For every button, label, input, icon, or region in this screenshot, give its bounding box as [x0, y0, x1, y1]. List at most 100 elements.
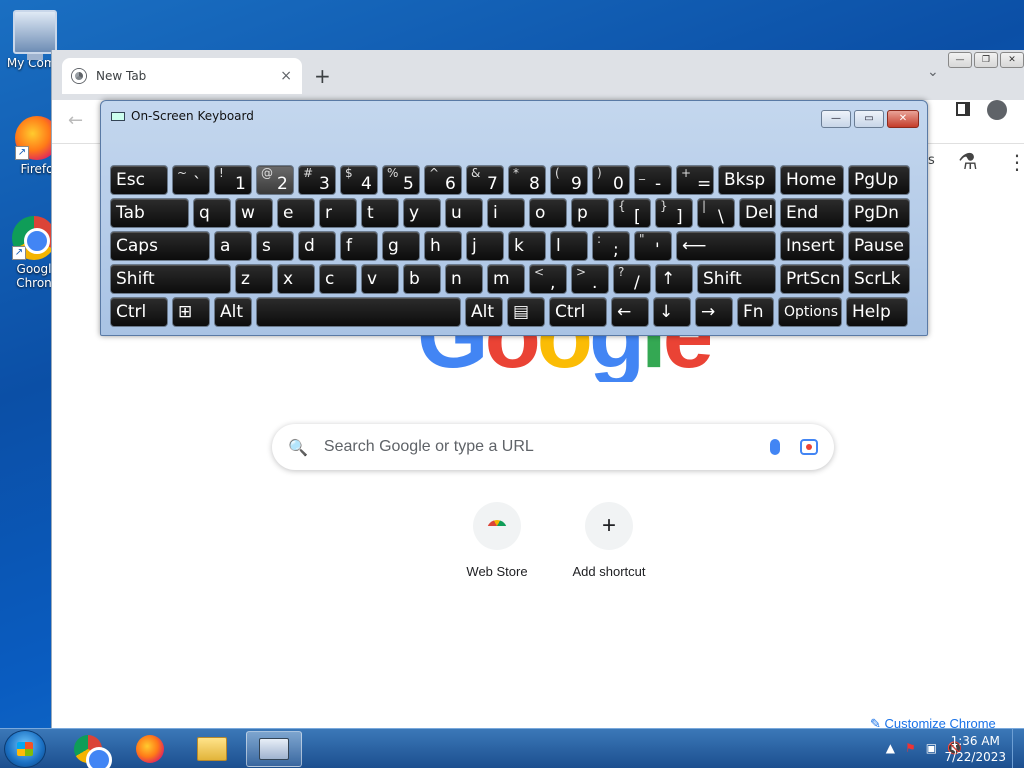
key-2[interactable]: @2 [256, 165, 294, 195]
key-y[interactable]: y [403, 198, 441, 228]
osk-maximize-button[interactable]: ▭ [854, 110, 884, 128]
key-d[interactable]: d [298, 231, 336, 261]
key-e[interactable]: e [277, 198, 315, 228]
key-alt[interactable]: Alt [214, 297, 252, 327]
action-center-flag-icon[interactable]: ⚑ [905, 741, 916, 755]
taskbar-firefox[interactable] [122, 731, 178, 767]
key-[interactable]: ↓ [653, 297, 691, 327]
key-n[interactable]: n [445, 264, 483, 294]
key-bksp[interactable]: Bksp [718, 165, 776, 195]
key-5[interactable]: % 5 [382, 165, 420, 195]
osk-minimize-button[interactable]: — [821, 110, 851, 128]
key-7[interactable]: & 7 [466, 165, 504, 195]
key-4[interactable]: $4 [340, 165, 378, 195]
key-p[interactable]: p [571, 198, 609, 228]
key-esc[interactable]: Esc [110, 165, 168, 195]
start-button[interactable] [4, 730, 46, 768]
tab-search-icon[interactable]: ⌄ [927, 64, 939, 80]
key-insert[interactable]: Insert [780, 231, 844, 261]
key-[interactable]: ? / [613, 264, 651, 294]
side-panel-icon[interactable] [956, 102, 970, 116]
taskbar-on-screen-keyboard[interactable] [246, 731, 302, 767]
key-shift[interactable]: Shift [697, 264, 776, 294]
key-[interactable]: ~ ` [172, 165, 210, 195]
key-pause[interactable]: Pause [848, 231, 910, 261]
key-[interactable]: _ - [634, 165, 672, 195]
key-o[interactable]: o [529, 198, 567, 228]
key-alt[interactable]: Alt [465, 297, 503, 327]
key-space[interactable] [256, 297, 461, 327]
osk-close-button[interactable]: ✕ [887, 110, 919, 128]
key-l[interactable]: l [550, 231, 588, 261]
shortcut-web-store[interactable]: Web Store [447, 502, 547, 579]
key-tab[interactable]: Tab [110, 198, 189, 228]
tab-close-icon[interactable]: × [280, 68, 292, 84]
key-[interactable]: ← [611, 297, 649, 327]
key-z[interactable]: z [235, 264, 273, 294]
key-8[interactable]: * 8 [508, 165, 546, 195]
key-f[interactable]: f [340, 231, 378, 261]
key-c[interactable]: c [319, 264, 357, 294]
profile-avatar-icon[interactable] [987, 100, 1007, 120]
key-[interactable]: ⊞ [172, 297, 210, 327]
key-[interactable]: + = [676, 165, 714, 195]
clock[interactable]: 1:36 AM 7/22/2023 [944, 733, 1006, 765]
key-fn[interactable]: Fn [737, 297, 774, 327]
key-u[interactable]: u [445, 198, 483, 228]
taskbar-explorer[interactable] [184, 731, 240, 767]
key-w[interactable]: w [235, 198, 273, 228]
key-b[interactable]: b [403, 264, 441, 294]
key-[interactable]: ⟵ [676, 231, 776, 261]
key-1[interactable]: ! 1 [214, 165, 252, 195]
google-lens-icon[interactable] [800, 439, 818, 455]
key-pgup[interactable]: PgUp [848, 165, 910, 195]
apps-grid-icon[interactable]: ⋮⋮⋮ [1007, 150, 1024, 174]
minimize-button[interactable]: — [948, 52, 972, 68]
key-shift[interactable]: Shift [110, 264, 231, 294]
key-[interactable]: ↑ [655, 264, 693, 294]
key-0[interactable]: ) 0 [592, 165, 630, 195]
close-button[interactable]: ✕ [1000, 52, 1024, 68]
key-i[interactable]: i [487, 198, 525, 228]
shortcut-add[interactable]: + Add shortcut [559, 502, 659, 579]
key-m[interactable]: m [487, 264, 525, 294]
key-prtscn[interactable]: PrtScn [780, 264, 844, 294]
key-[interactable]: {[ [613, 198, 651, 228]
key-[interactable]: }] [655, 198, 693, 228]
network-icon[interactable]: ▣ [926, 741, 937, 755]
key-s[interactable]: s [256, 231, 294, 261]
key-ctrl[interactable]: Ctrl [110, 297, 168, 327]
tab-new-tab[interactable]: New Tab × [62, 58, 302, 94]
key-[interactable]: " ' [634, 231, 672, 261]
key-scrlk[interactable]: ScrLk [848, 264, 910, 294]
key-caps[interactable]: Caps [110, 231, 210, 261]
key-home[interactable]: Home [780, 165, 844, 195]
show-desktop-button[interactable] [1012, 729, 1024, 768]
key-pgdn[interactable]: PgDn [848, 198, 910, 228]
key-t[interactable]: t [361, 198, 399, 228]
key-k[interactable]: k [508, 231, 546, 261]
key-[interactable]: >. [571, 264, 609, 294]
key-[interactable]: :; [592, 231, 630, 261]
key-v[interactable]: v [361, 264, 399, 294]
key-9[interactable]: (9 [550, 165, 588, 195]
key-ctrl[interactable]: Ctrl [549, 297, 607, 327]
key-[interactable]: <, [529, 264, 567, 294]
microphone-icon[interactable] [770, 439, 780, 455]
key-x[interactable]: x [277, 264, 315, 294]
key-a[interactable]: a [214, 231, 252, 261]
search-input[interactable] [323, 438, 760, 456]
key-h[interactable]: h [424, 231, 462, 261]
show-hidden-icons-icon[interactable]: ▲ [886, 741, 895, 755]
key-del[interactable]: Del [739, 198, 776, 228]
key-q[interactable]: q [193, 198, 231, 228]
key-[interactable]: → [695, 297, 733, 327]
maximize-button[interactable]: ❐ [974, 52, 998, 68]
new-tab-button[interactable]: + [314, 64, 331, 88]
key-options[interactable]: Options [778, 297, 842, 327]
key-j[interactable]: j [466, 231, 504, 261]
labs-flask-icon[interactable]: ⚗ [958, 150, 978, 175]
key-r[interactable]: r [319, 198, 357, 228]
key-g[interactable]: g [382, 231, 420, 261]
key-end[interactable]: End [780, 198, 844, 228]
